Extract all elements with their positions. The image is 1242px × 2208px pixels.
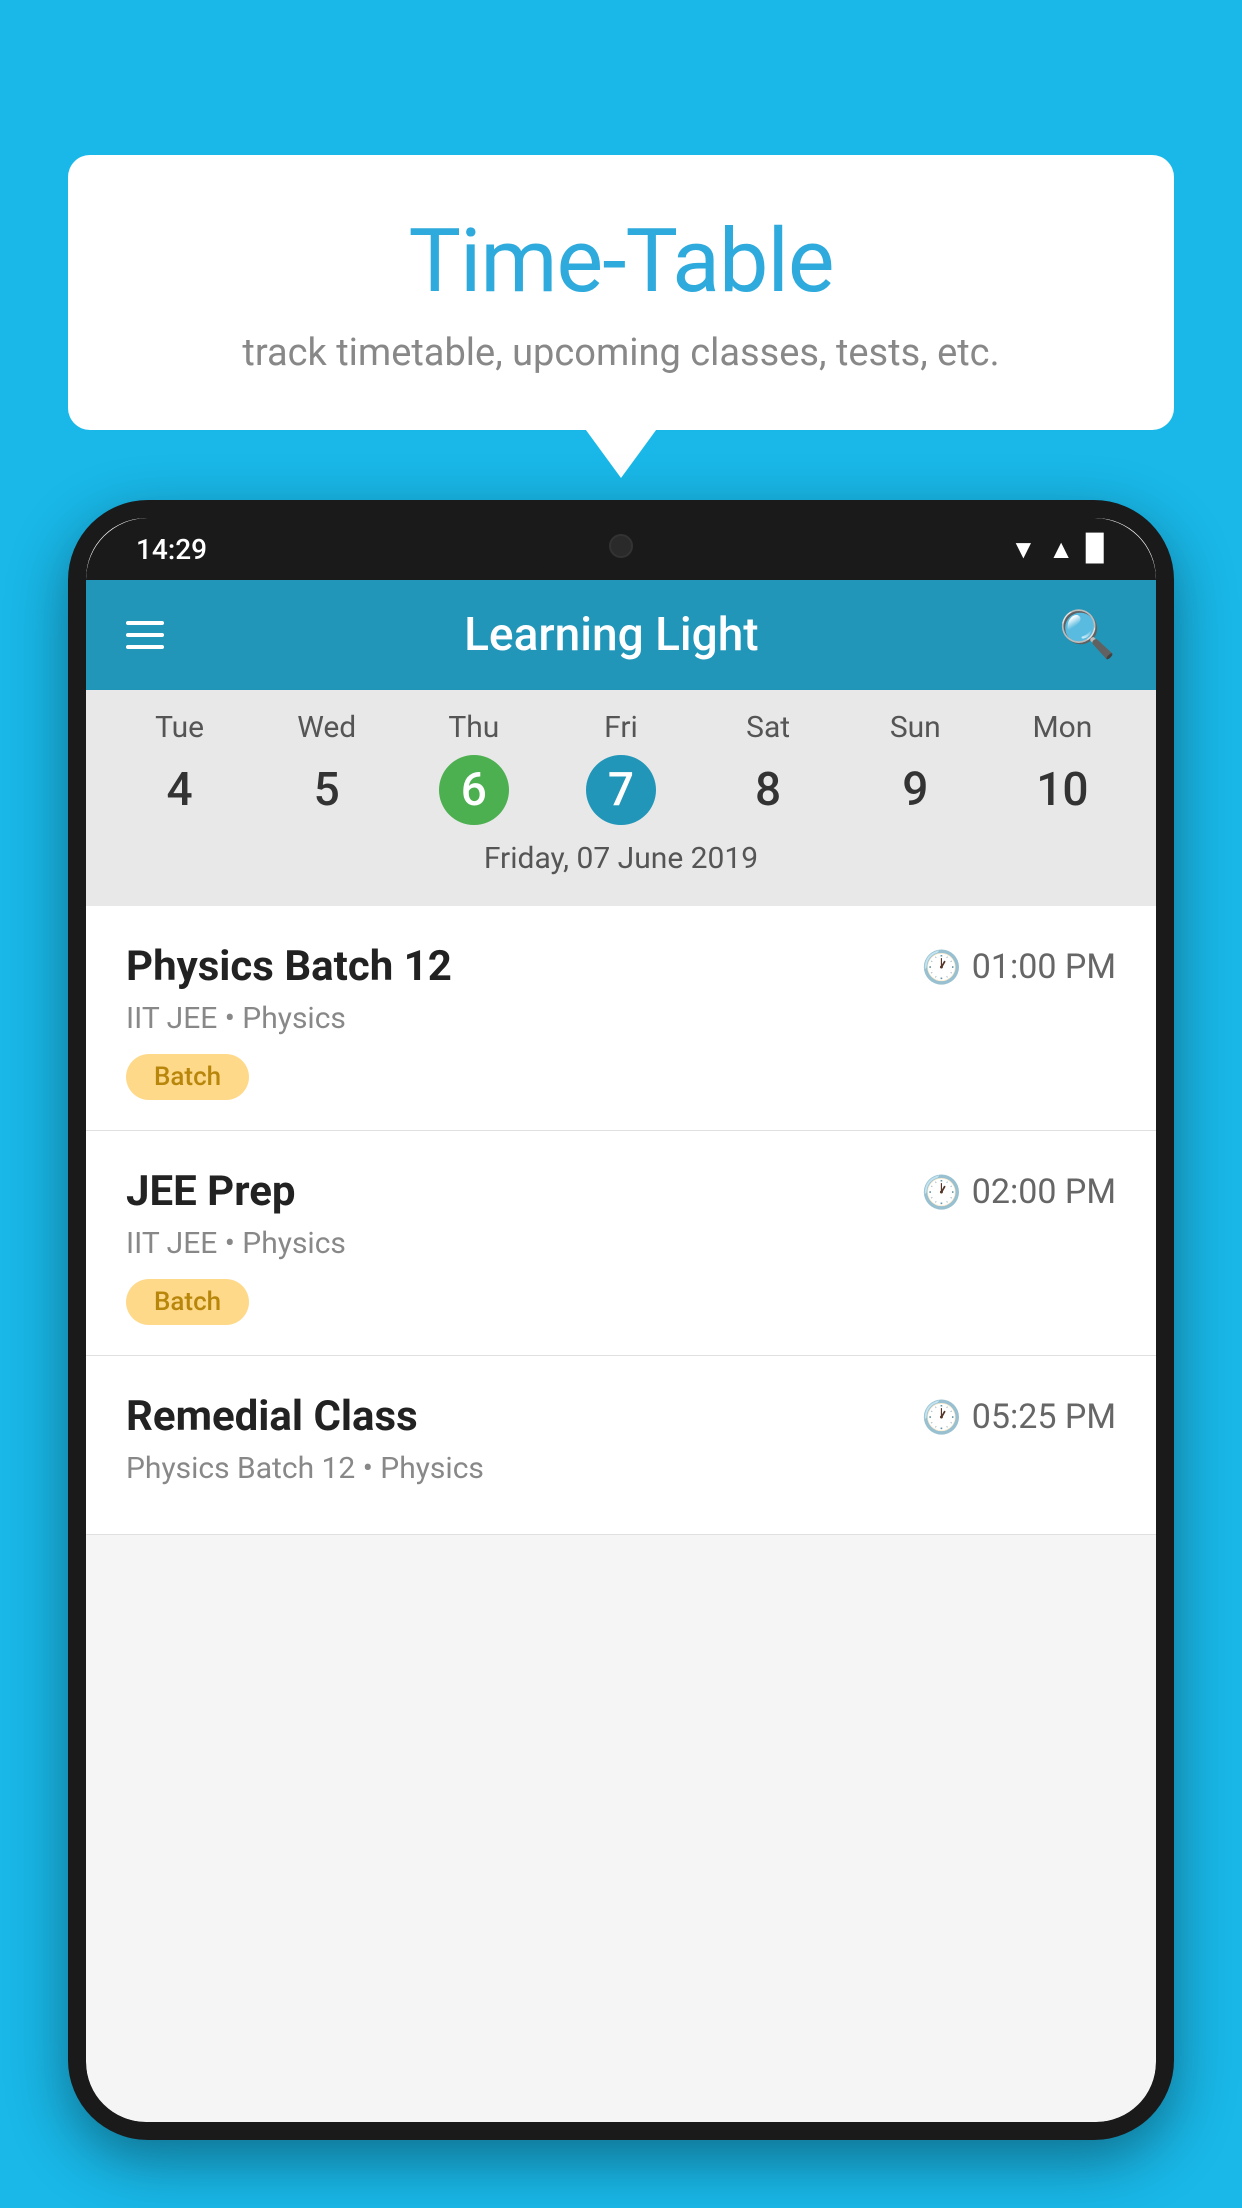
schedule-item-1-name: Physics Batch 12 [126, 942, 452, 991]
schedule-item-3-sub: Physics Batch 12 • Physics [126, 1451, 1116, 1486]
schedule-item-3[interactable]: Remedial Class 🕐 05:25 PM Physics Batch … [86, 1356, 1156, 1535]
schedule-item-2-header: JEE Prep 🕐 02:00 PM [126, 1167, 1116, 1216]
day-label-tue[interactable]: Tue [106, 710, 253, 745]
status-time: 14:29 [136, 533, 207, 566]
selected-date-label: Friday, 07 June 2019 [86, 825, 1156, 886]
schedule-item-3-time: 🕐 05:25 PM [922, 1397, 1116, 1437]
day-label-thu[interactable]: Thu [400, 710, 547, 745]
battery-icon: ▉ [1086, 534, 1106, 564]
day-label-sun[interactable]: Sun [842, 710, 989, 745]
day-label-sat[interactable]: Sat [695, 710, 842, 745]
menu-button[interactable] [126, 621, 164, 649]
signal-icon: ▲ [1048, 534, 1074, 565]
batch-badge-1: Batch [126, 1054, 249, 1100]
schedule-item-1-header: Physics Batch 12 🕐 01:00 PM [126, 942, 1116, 991]
date-10[interactable]: 10 [1027, 755, 1097, 825]
date-7-selected[interactable]: 7 [586, 755, 656, 825]
schedule-item-2-time: 🕐 02:00 PM [922, 1172, 1116, 1212]
calendar-strip: Tue Wed Thu Fri Sat Sun Mon 4 5 6 7 8 [86, 690, 1156, 906]
phone-mockup: 14:29 ▼ ▲ ▉ [68, 500, 1174, 2208]
app-header: Learning Light 🔍 [86, 580, 1156, 690]
hamburger-line-3 [126, 645, 164, 649]
date-5[interactable]: 5 [292, 755, 362, 825]
clock-icon-2: 🕐 [922, 1173, 962, 1211]
clock-icon-3: 🕐 [922, 1398, 962, 1436]
hamburger-line-2 [126, 633, 164, 637]
schedule-item-1-time: 🕐 01:00 PM [922, 947, 1116, 987]
wifi-icon: ▼ [1011, 534, 1037, 565]
dates-row: 4 5 6 7 8 9 10 [86, 755, 1156, 825]
schedule-list: Physics Batch 12 🕐 01:00 PM IIT JEE • Ph… [86, 906, 1156, 1535]
batch-badge-2: Batch [126, 1279, 249, 1325]
status-icons: ▼ ▲ ▉ [1011, 534, 1106, 565]
speech-bubble-container: Time-Table track timetable, upcoming cla… [68, 155, 1174, 430]
schedule-item-3-header: Remedial Class 🕐 05:25 PM [126, 1392, 1116, 1441]
schedule-item-2-name: JEE Prep [126, 1167, 296, 1216]
schedule-item-2-sub: IIT JEE • Physics [126, 1226, 1116, 1261]
day-label-fri[interactable]: Fri [547, 710, 694, 745]
day-label-wed[interactable]: Wed [253, 710, 400, 745]
status-bar: 14:29 ▼ ▲ ▉ [86, 518, 1156, 580]
clock-icon-1: 🕐 [922, 948, 962, 986]
date-9[interactable]: 9 [880, 755, 950, 825]
app-title: Learning Light [464, 608, 759, 662]
speech-bubble: Time-Table track timetable, upcoming cla… [68, 155, 1174, 430]
date-8[interactable]: 8 [733, 755, 803, 825]
speech-bubble-title: Time-Table [128, 210, 1114, 313]
phone-outer: 14:29 ▼ ▲ ▉ [68, 500, 1174, 2140]
phone-screen: 14:29 ▼ ▲ ▉ [86, 518, 1156, 2122]
phone-inner: 14:29 ▼ ▲ ▉ [86, 518, 1156, 2122]
front-camera [609, 534, 633, 558]
schedule-item-2[interactable]: JEE Prep 🕐 02:00 PM IIT JEE • Physics Ba… [86, 1131, 1156, 1356]
date-6-today[interactable]: 6 [439, 755, 509, 825]
schedule-item-1-sub: IIT JEE • Physics [126, 1001, 1116, 1036]
date-4[interactable]: 4 [145, 755, 215, 825]
schedule-item-3-name: Remedial Class [126, 1392, 418, 1441]
schedule-item-1[interactable]: Physics Batch 12 🕐 01:00 PM IIT JEE • Ph… [86, 906, 1156, 1131]
phone-notch [531, 518, 711, 573]
day-label-mon[interactable]: Mon [989, 710, 1136, 745]
days-header: Tue Wed Thu Fri Sat Sun Mon [86, 710, 1156, 745]
hamburger-line-1 [126, 621, 164, 625]
speech-bubble-subtitle: track timetable, upcoming classes, tests… [128, 331, 1114, 375]
search-icon[interactable]: 🔍 [1059, 608, 1116, 662]
